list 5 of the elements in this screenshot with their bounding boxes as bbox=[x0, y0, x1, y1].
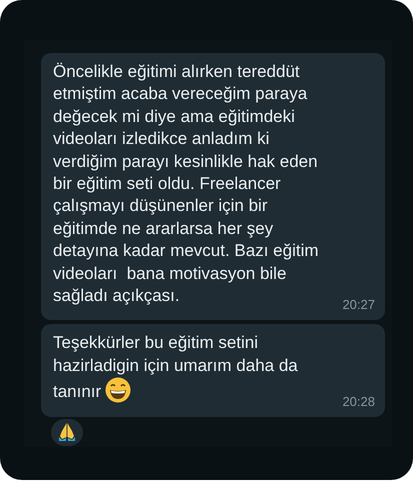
message-text: Öncelikle eğitimi alırken tereddüt etmiştim acaba vereceğim paraya değecek mi diye ama eğitimdeki videoları izledikce anladım ki verdiğim parayı kesinlikle hak eden bir eğitim seti oldu. Freelancer çalışmayı düşünenler için bir eğitimde ne ararlarsa her şey detayına kadar mevcut. Bazı eğitim videoları bana motivasyon bile sağladı açıkçası. bbox=[53, 61, 319, 308]
message-text: Teşekkürler bu eğitim setini hazirladigin için umarım daha da tanınır bbox=[53, 332, 298, 404]
reaction-badge[interactable] bbox=[50, 418, 84, 447]
message-time: 20:28 bbox=[342, 394, 375, 409]
message-time: 20:27 bbox=[342, 297, 375, 312]
